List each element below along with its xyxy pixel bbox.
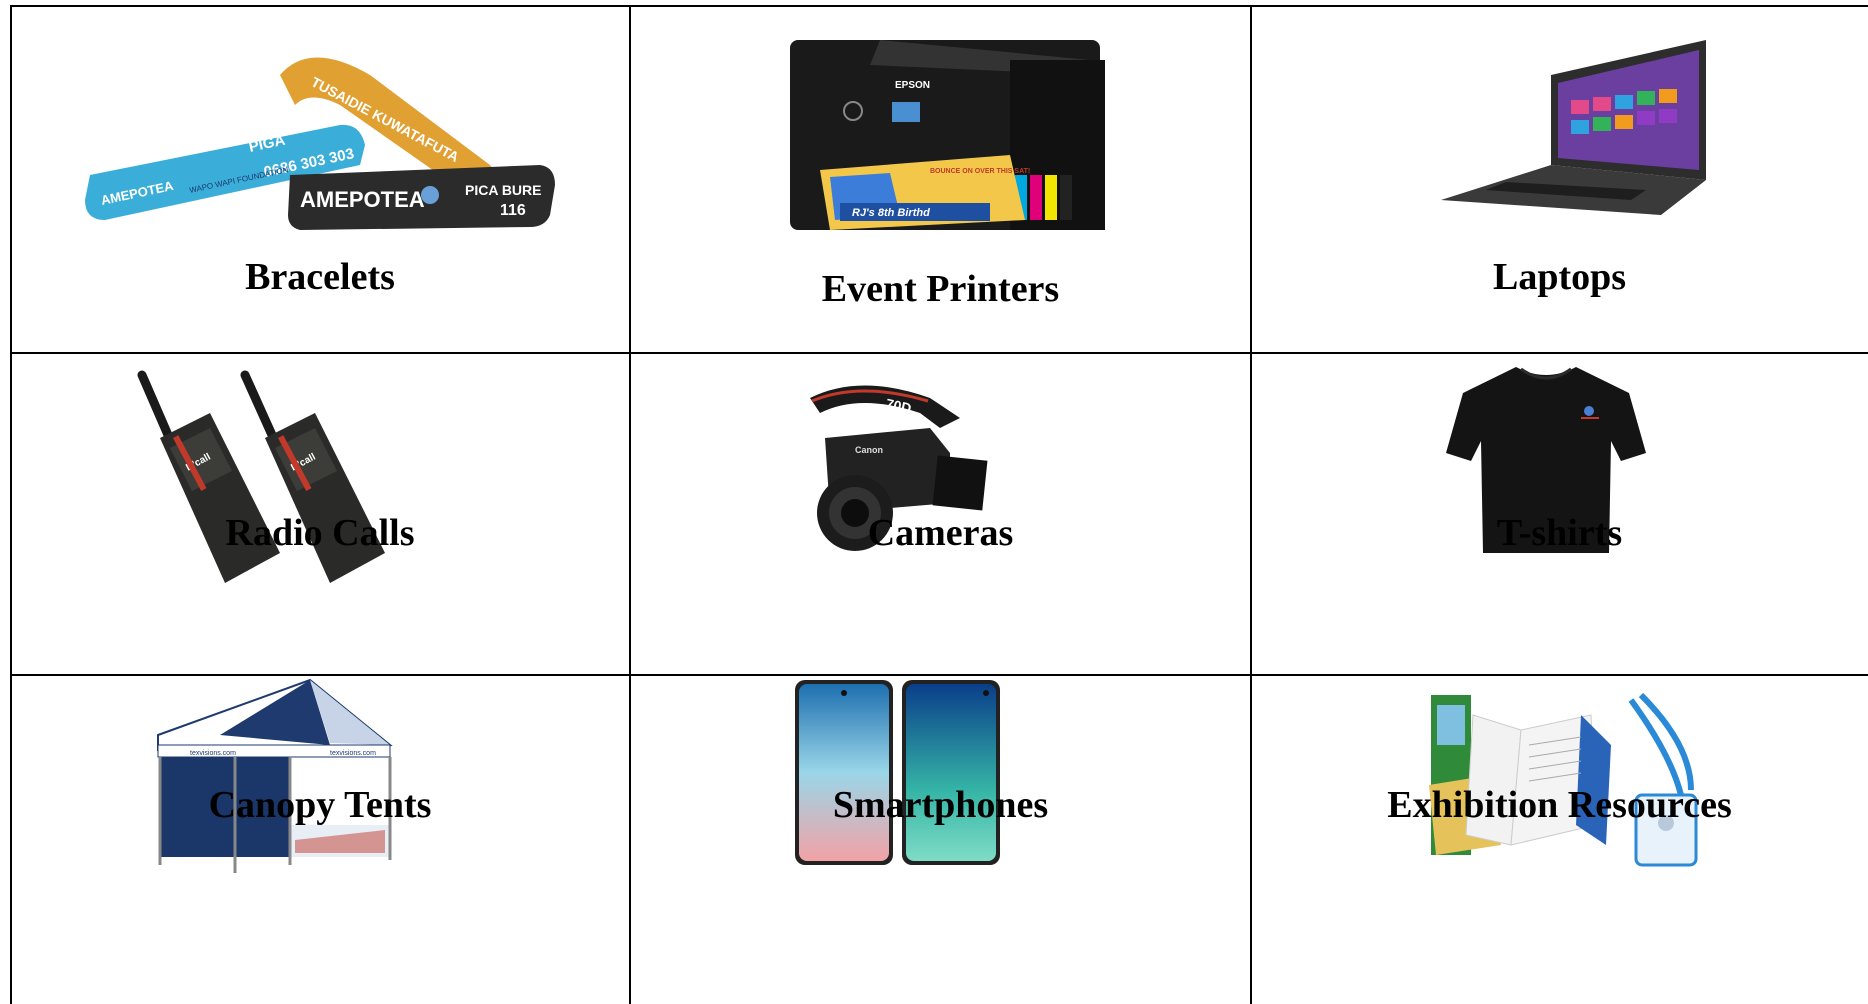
- printer-brand: EPSON: [895, 80, 930, 91]
- item-label: Event Printers: [821, 268, 1060, 310]
- smartphone-image: [795, 680, 1000, 865]
- item-label: T-shirts: [1496, 512, 1623, 554]
- bracelets-image: TUSAIDIE KUWATAFUTA PIGA 0686 303 303 AM…: [85, 57, 555, 230]
- band-text: PICA BURE: [465, 182, 542, 198]
- cell-tshirts: T-shirts: [1251, 353, 1868, 675]
- exhibition-resources-image: [1429, 692, 1698, 867]
- canopy-text: texvisions.com: [190, 750, 236, 757]
- item-label: Bracelets: [245, 256, 395, 298]
- item-label: Smartphones: [832, 784, 1049, 826]
- item-label: Canopy Tents: [208, 784, 432, 826]
- cell-radio-calls: D'call D'call Radio Calls: [10, 353, 630, 675]
- laptop-image: [1441, 40, 1706, 215]
- camera-brand: Canon: [855, 445, 883, 455]
- cell-event-printers: EPSON BOUNCE ON OVER THIS SAT! RJ's 8th …: [630, 5, 1251, 353]
- canopy-text: texvisions.com: [330, 750, 376, 757]
- cell-smartphones: Smartphones: [630, 675, 1251, 1004]
- products-table: TUSAIDIE KUWATAFUTA PIGA 0686 303 303 AM…: [10, 5, 1868, 1004]
- print-text: RJ's 8th Birthd: [852, 207, 930, 219]
- item-label: Laptops: [1492, 256, 1627, 298]
- cell-laptops: Laptops: [1251, 5, 1868, 353]
- item-label: Exhibition Resources: [1387, 784, 1732, 826]
- item-label: Cameras: [867, 512, 1014, 554]
- cell-cameras: 70D Canon Cameras: [630, 353, 1251, 675]
- cell-bracelets: TUSAIDIE KUWATAFUTA PIGA 0686 303 303 AM…: [10, 5, 630, 353]
- cell-canopy-tents: texvisions.com texvisions.com Canopy Ten…: [10, 675, 630, 1004]
- band-text: 116: [500, 202, 526, 219]
- cell-exhibition-resources: Exhibition Resources: [1251, 675, 1868, 1004]
- item-label: Radio Calls: [225, 512, 415, 554]
- band-text: AMEPOTEA: [300, 187, 425, 212]
- print-text: BOUNCE ON OVER THIS SAT!: [930, 168, 1030, 175]
- canopy-tent-image: texvisions.com texvisions.com: [157, 678, 393, 873]
